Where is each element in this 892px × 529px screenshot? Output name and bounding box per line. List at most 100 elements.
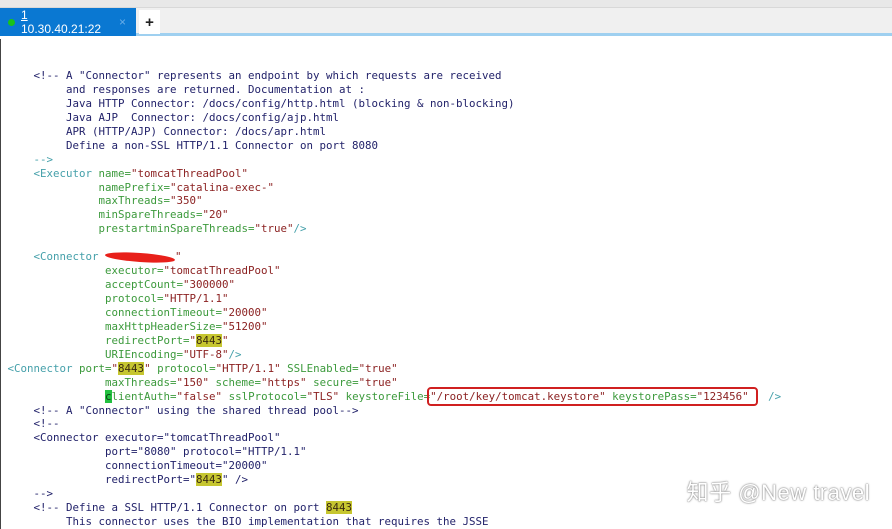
comment-text: This connector uses the BIO implementati…	[1, 515, 489, 528]
attribute-value: "300000"	[183, 278, 236, 292]
code-line: and responses are returned. Documentatio…	[1, 83, 781, 97]
terminal-editor[interactable]: <!-- A "Connector" represents an endpoin…	[0, 39, 892, 529]
attribute-name: URIEncoding=	[1, 347, 184, 361]
tag-text: />	[755, 389, 782, 403]
tag-text: -->	[1, 152, 54, 166]
code-line: APR (HTTP/AJP) Connector: /docs/apr.html	[1, 125, 781, 139]
code-line: minSpareThreads="20"	[1, 208, 781, 222]
code-line: protocol="HTTP/1.1"	[1, 292, 781, 306]
close-icon[interactable]: ×	[119, 15, 126, 29]
tab-session[interactable]: 1 10.30.40.21:22 ×	[0, 8, 136, 36]
annotation-box: "/root/key/tomcat.keystore" keystorePass…	[427, 386, 759, 406]
attribute-value: "true"	[254, 222, 294, 236]
comment-text: Java AJP Connector: /docs/config/ajp.htm…	[1, 110, 340, 124]
code-line: connectionTimeout="20000"	[1, 459, 781, 473]
code-line: maxThreads="350"	[1, 194, 781, 208]
attribute-value: "UTF-8"	[183, 347, 229, 361]
new-tab-button[interactable]: +	[139, 10, 160, 34]
attribute-name: redirectPort=	[1, 333, 190, 347]
tab-bar: 1 10.30.40.21:22 × +	[0, 8, 892, 36]
attribute-value: "TLS"	[306, 389, 346, 403]
comment-text: <!--	[1, 417, 60, 431]
redaction-scribble	[104, 250, 176, 265]
attribute-name: maxThreads=	[1, 194, 171, 208]
comment-text: -->	[1, 487, 54, 501]
watermark: 知乎 @New travel	[686, 480, 870, 505]
attribute-name: executor=	[1, 264, 164, 278]
comment-text: <!-- A "Connector" using the shared thre…	[1, 403, 359, 417]
tag-text: <Connector	[1, 250, 106, 264]
code-line: <!--	[1, 417, 781, 431]
code-line: <Executor name="tomcatThreadPool"	[1, 167, 781, 181]
code-line: URIEncoding="UTF-8"/>	[1, 348, 781, 362]
comment-text: <!-- Define a SSL HTTP/1.1 Connector on …	[1, 501, 327, 515]
attribute-name: scheme=	[215, 375, 262, 389]
code-line: connectionTimeout="20000"	[1, 306, 781, 320]
attribute-name: maxThreads=	[1, 375, 177, 389]
attribute-value: "https"	[261, 375, 314, 389]
attribute-value: "HTTP/1.1"	[163, 292, 229, 305]
attribute-name: protocol=	[157, 361, 216, 375]
code-line: -->	[1, 487, 781, 501]
attribute-value: "	[175, 250, 182, 264]
attribute-name: minSpareThreads=	[1, 208, 203, 222]
attribute-value: "	[144, 361, 158, 375]
comment-text: APR (HTTP/AJP) Connector: /docs/apr.html	[1, 124, 327, 138]
attribute-name: secure=	[313, 375, 359, 389]
code-line: <Connector port="8443" protocol="HTTP/1.…	[1, 361, 781, 376]
code-line: Java HTTP Connector: /docs/config/http.h…	[1, 97, 781, 111]
code-line: Define a non-SSL HTTP/1.1 Connector on p…	[1, 139, 781, 153]
attribute-name: SSLEnabled=	[287, 361, 359, 375]
attribute-value: "20000"	[222, 305, 268, 319]
code-line: <!-- A "Connector" using the shared thre…	[1, 404, 781, 418]
code-line: redirectPort="8443" />	[1, 473, 781, 487]
attribute-value: "catalina-exec-"	[170, 180, 275, 194]
tag-text: />	[293, 222, 307, 236]
tab-title: 10.30.40.21:22	[20, 22, 102, 36]
code-line: maxHttpHeaderSize="51200"	[1, 320, 781, 334]
attribute-name: maxHttpHeaderSize=	[1, 319, 223, 333]
comment-text: connectionTimeout="20000"	[1, 459, 268, 473]
attribute-value: "51200"	[222, 319, 268, 333]
code-line: redirectPort="8443"	[1, 333, 781, 348]
code-line: <Connector "	[1, 250, 781, 265]
code-line: <Connector executor="tomcatThreadPool"	[1, 431, 781, 445]
code-line: <!-- Define a SSL HTTP/1.1 Connector on …	[1, 501, 781, 515]
attribute-value: "true"	[358, 375, 398, 389]
tag-text: />	[228, 347, 242, 361]
comment-text: redirectPort="	[1, 473, 197, 487]
attribute-name: lientAuth=	[111, 389, 177, 403]
code-line: <!-- A "Connector" represents an endpoin…	[1, 69, 781, 83]
tag-text: <Connector	[1, 361, 80, 375]
code-line: Java AJP Connector: /docs/config/ajp.htm…	[1, 111, 781, 125]
code-line: maxThreads="150" scheme="https" secure="…	[1, 376, 781, 390]
code-line: This connector uses the BIO implementati…	[1, 515, 781, 529]
attribute-value: "false"	[176, 389, 229, 403]
tab-index: 1	[20, 8, 28, 22]
highlighted-match: 8443	[196, 473, 223, 487]
tag-text: <Executor	[1, 166, 99, 180]
attribute-name: keystoreFile=	[345, 389, 431, 403]
code-line: acceptCount="300000"	[1, 278, 781, 292]
attribute-name: protocol=	[1, 292, 164, 305]
attribute-value: "tomcatThreadPool"	[131, 166, 249, 180]
attribute-name: acceptCount=	[1, 278, 184, 292]
comment-text: <Connector executor="tomcatThreadPool"	[1, 431, 281, 445]
attribute-name: connectionTimeout=	[1, 305, 223, 319]
attribute-name	[1, 390, 105, 403]
attribute-value: "/root/key/tomcat.keystore"	[430, 389, 613, 403]
attribute-name: keystorePass=	[612, 389, 697, 403]
attribute-name: port=	[79, 361, 112, 375]
attribute-value: "150"	[176, 375, 216, 389]
attribute-value: "true"	[358, 361, 398, 375]
attribute-value: "HTTP/1.1"	[215, 361, 288, 375]
comment-text: " />	[222, 473, 249, 487]
window-top-strip	[0, 0, 892, 8]
code-line: -->	[1, 153, 781, 167]
attribute-name: namePrefix=	[1, 180, 171, 194]
comment-text: Define a non-SSL HTTP/1.1 Connector on p…	[1, 138, 379, 152]
code-line: prestartminSpareThreads="true"/>	[1, 222, 781, 236]
comment-text: Java HTTP Connector: /docs/config/http.h…	[1, 96, 515, 110]
highlighted-match: 8443	[196, 333, 223, 347]
